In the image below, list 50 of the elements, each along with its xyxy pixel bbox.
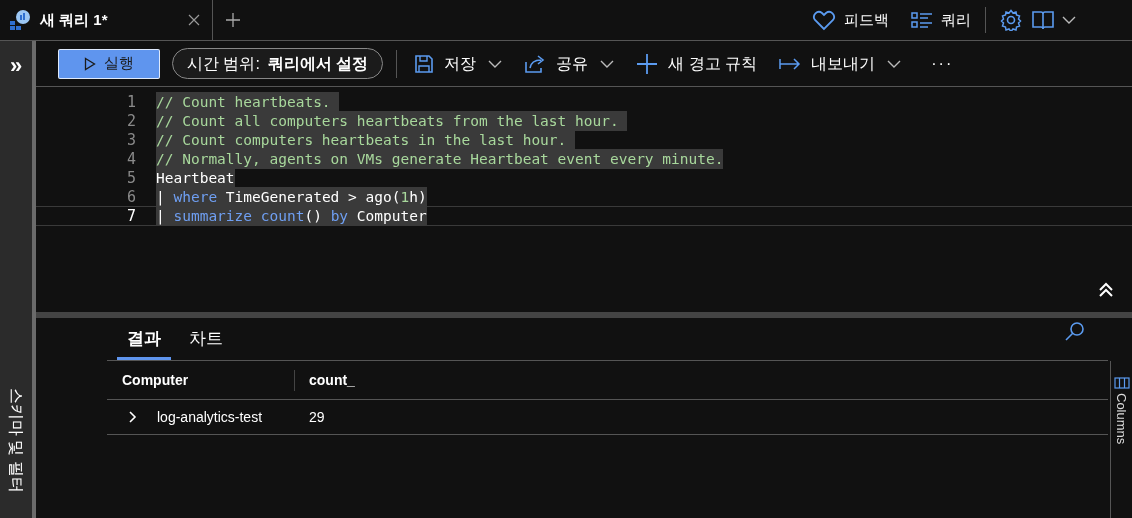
expand-button[interactable]: » — [9, 55, 23, 77]
collapse-icon[interactable] — [1098, 281, 1114, 298]
line-number: 7 — [125, 205, 137, 227]
line-number: 2 — [125, 110, 137, 132]
chevron-down-icon[interactable] — [600, 58, 615, 69]
tab-label: 새 쿼리 1* — [40, 9, 109, 30]
share-button[interactable]: 공유 — [524, 51, 615, 76]
close-icon[interactable] — [188, 14, 200, 26]
sidebar-label[interactable]: 스키마 및 필터 — [4, 388, 28, 493]
settings-icon[interactable] — [1000, 9, 1022, 31]
export-icon — [779, 56, 802, 71]
chevron-down-icon[interactable] — [1062, 15, 1076, 25]
export-button[interactable]: 내보내기 — [779, 51, 902, 76]
alert-button[interactable]: 새 경고 규칙 — [636, 51, 758, 76]
queries-button[interactable]: 쿼리 — [911, 8, 971, 32]
save-button[interactable]: 저장 — [414, 51, 503, 76]
table-cell-text: log-analytics-test — [157, 407, 264, 427]
list-icon — [911, 11, 933, 29]
save-icon — [414, 53, 435, 74]
line-number: 5 — [125, 167, 137, 189]
line-number: 4 — [125, 148, 137, 170]
column-header[interactable]: count_ — [295, 369, 1108, 391]
line-number: 1 — [125, 91, 137, 113]
results-tab[interactable]: 결과 — [117, 325, 171, 360]
more-button[interactable]: ··· — [931, 51, 954, 76]
search-icon[interactable] — [1064, 321, 1086, 343]
chart-logo-icon — [8, 9, 32, 31]
add-tab-icon[interactable] — [225, 12, 241, 28]
column-header[interactable]: Computer — [107, 369, 295, 391]
line-number: 3 — [125, 129, 137, 151]
columns-panel[interactable]: Columns — [1110, 361, 1132, 518]
feedback-button[interactable]: 피드백 — [812, 8, 889, 32]
run-button[interactable]: 실행 — [58, 48, 160, 79]
chevron-right-icon — [128, 411, 138, 423]
share-icon — [524, 53, 547, 74]
results-tab[interactable]: 차트 — [179, 325, 233, 360]
table-cell-text: 29 — [308, 407, 325, 427]
splitter-handle[interactable] — [36, 312, 1132, 318]
plus-icon — [636, 52, 659, 75]
time-range-button[interactable]: 시간 범위: 쿼리에서 설정 — [172, 48, 384, 79]
line-number: 6 — [125, 186, 137, 208]
time-range-value: 쿼리에서 설정 — [267, 53, 369, 74]
book-icon[interactable] — [1032, 10, 1054, 30]
chevron-down-icon[interactable] — [488, 58, 503, 69]
columns-icon — [1113, 377, 1130, 389]
chevron-down-icon[interactable] — [887, 58, 902, 69]
columns-label: Columns — [1112, 393, 1130, 445]
heart-icon — [812, 9, 836, 31]
play-icon — [84, 56, 96, 71]
time-range-label: 시간 범위: — [187, 53, 260, 74]
